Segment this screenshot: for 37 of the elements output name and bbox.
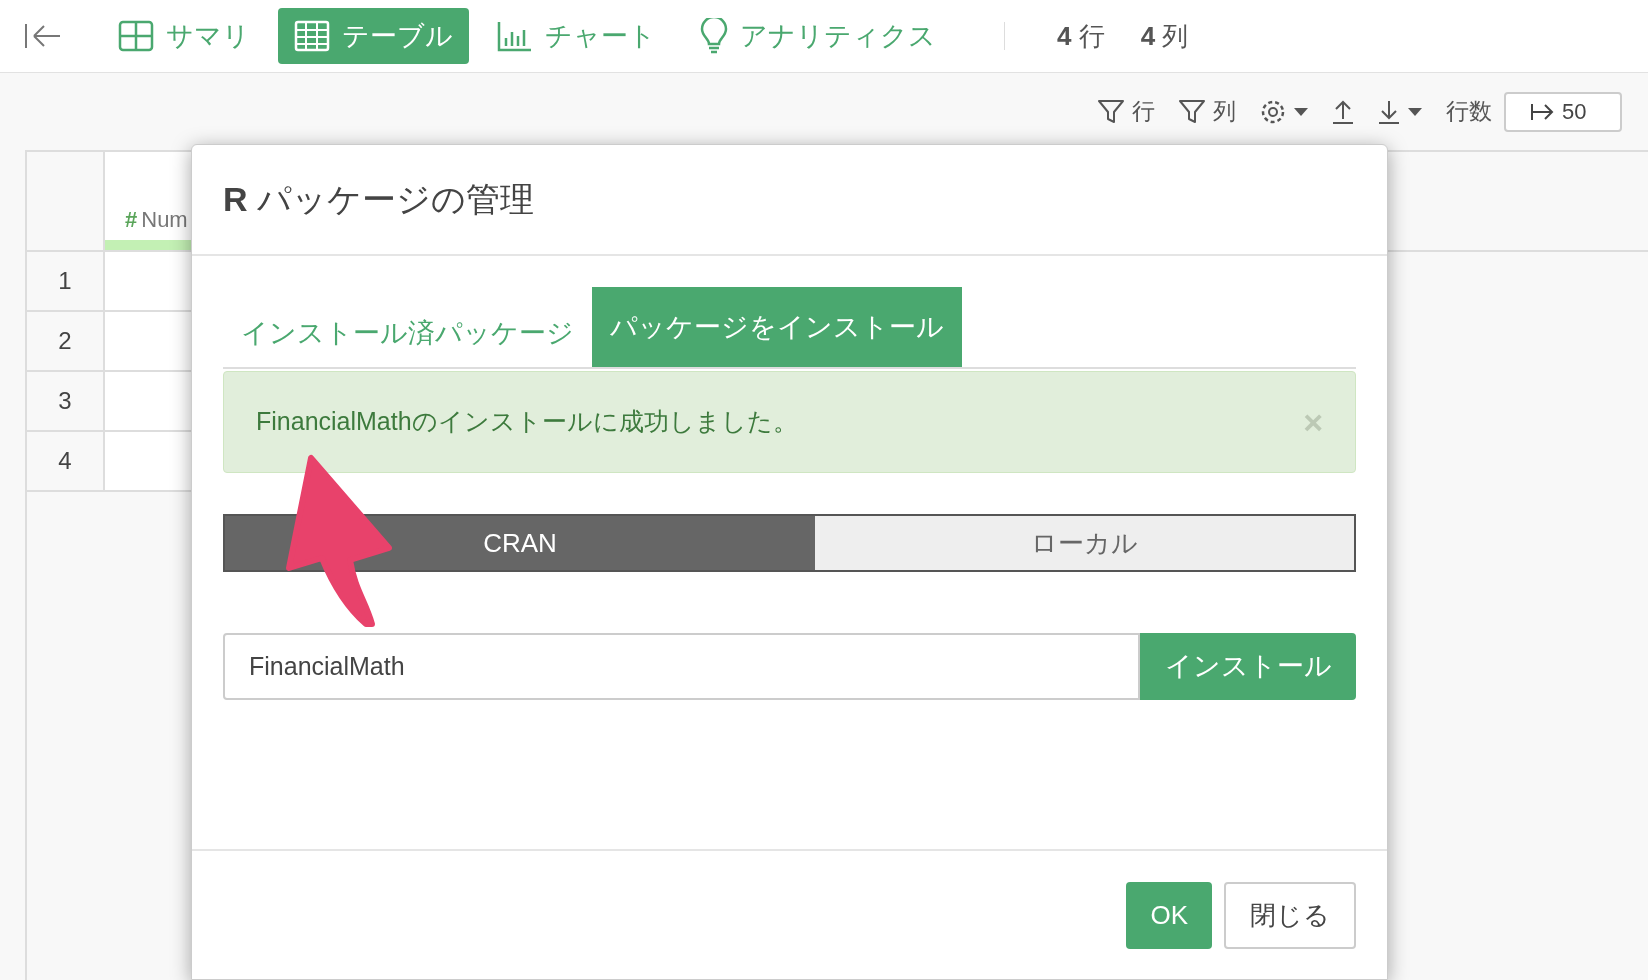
view-tab[interactable]: アナリティクス [684, 8, 952, 64]
filter-icon [1098, 98, 1124, 125]
install-button[interactable]: インストール [1140, 633, 1356, 700]
download-button[interactable] [1378, 98, 1422, 125]
close-dialog-button[interactable]: 閉じる [1224, 882, 1356, 949]
settings-icon [1260, 98, 1286, 125]
caret-icon [1408, 107, 1422, 116]
rows-label: 行数 [1446, 97, 1492, 127]
settings-button[interactable] [1260, 98, 1308, 125]
lightbulb-icon [700, 18, 728, 54]
numeric-type-icon: # [125, 203, 138, 236]
dialog-title: R パッケージの管理 [223, 179, 534, 220]
row-count-field[interactable]: 50 [1504, 91, 1622, 132]
source-toggle[interactable]: ローカル [815, 516, 1354, 570]
table-icon [294, 20, 330, 52]
arrow-to-bar-icon [1530, 102, 1554, 121]
alert-message: FinancialMathのインストールに成功しました。 [256, 406, 798, 438]
bar-chart-icon [497, 20, 533, 52]
upload-icon [1332, 98, 1354, 125]
column-type: Num [141, 206, 188, 234]
filter-icon [1179, 98, 1205, 125]
dialog-tab[interactable]: パッケージをインストール [592, 287, 962, 367]
ok-button[interactable]: OK [1126, 882, 1212, 949]
view-tab[interactable]: テーブル [278, 8, 469, 64]
view-tab[interactable]: チャート [481, 8, 672, 64]
caret-icon [1294, 107, 1308, 116]
filter-button[interactable]: 列 [1179, 94, 1236, 129]
count-label: 4 行 [1057, 19, 1105, 53]
filter-button[interactable]: 行 [1098, 94, 1155, 129]
view-tab[interactable]: サマリ [102, 8, 266, 64]
grid-icon [118, 20, 154, 52]
download-icon [1378, 98, 1400, 125]
count-label: 4 列 [1140, 19, 1189, 53]
back-icon[interactable] [24, 22, 62, 50]
upload-button[interactable] [1332, 98, 1354, 125]
package-name-field[interactable]: FinancialMath [223, 633, 1140, 700]
dialog-tab[interactable]: インストール済パッケージ [223, 287, 592, 367]
